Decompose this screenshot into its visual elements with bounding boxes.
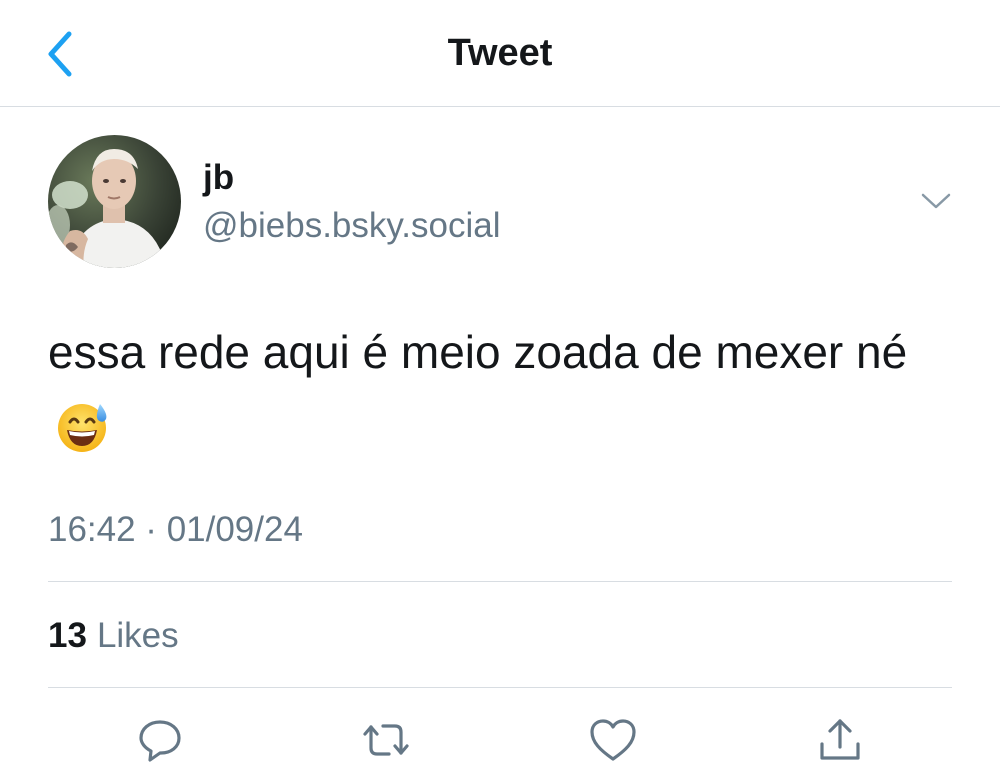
heart-icon (590, 719, 636, 761)
author-display-name[interactable]: jb (203, 158, 234, 198)
header-bar: Tweet (0, 0, 1000, 107)
retweet-button[interactable] (358, 712, 414, 768)
chevron-down-icon (921, 193, 951, 209)
share-icon (820, 719, 860, 760)
divider (48, 581, 952, 582)
tweet-timestamp: 16:42 · 01/09/24 (48, 510, 303, 549)
tweet-detail-screen: Tweet jb @biebs.bsky.social essa rede aq… (0, 0, 1000, 780)
reply-button[interactable] (132, 712, 188, 768)
retweet-icon (363, 724, 409, 756)
author-handle[interactable]: @biebs.bsky.social (203, 206, 501, 246)
grinning-face-with-sweat-emoji (56, 400, 110, 476)
like-button[interactable] (585, 712, 641, 768)
avatar[interactable] (48, 135, 181, 268)
more-options-button[interactable] (918, 186, 954, 216)
profile-photo (48, 135, 181, 268)
likes-label: Likes (96, 616, 179, 655)
divider (48, 687, 952, 688)
reply-icon (139, 720, 181, 762)
tweet-text: essa rede aqui é meio zoada de mexer né (48, 326, 908, 378)
share-button[interactable] (812, 712, 868, 768)
tweet-body: essa rede aqui é meio zoada de mexer né (48, 314, 968, 476)
likes-stat[interactable]: 13 Likes (48, 616, 179, 656)
page-title: Tweet (447, 32, 553, 74)
likes-count: 13 (48, 616, 87, 655)
